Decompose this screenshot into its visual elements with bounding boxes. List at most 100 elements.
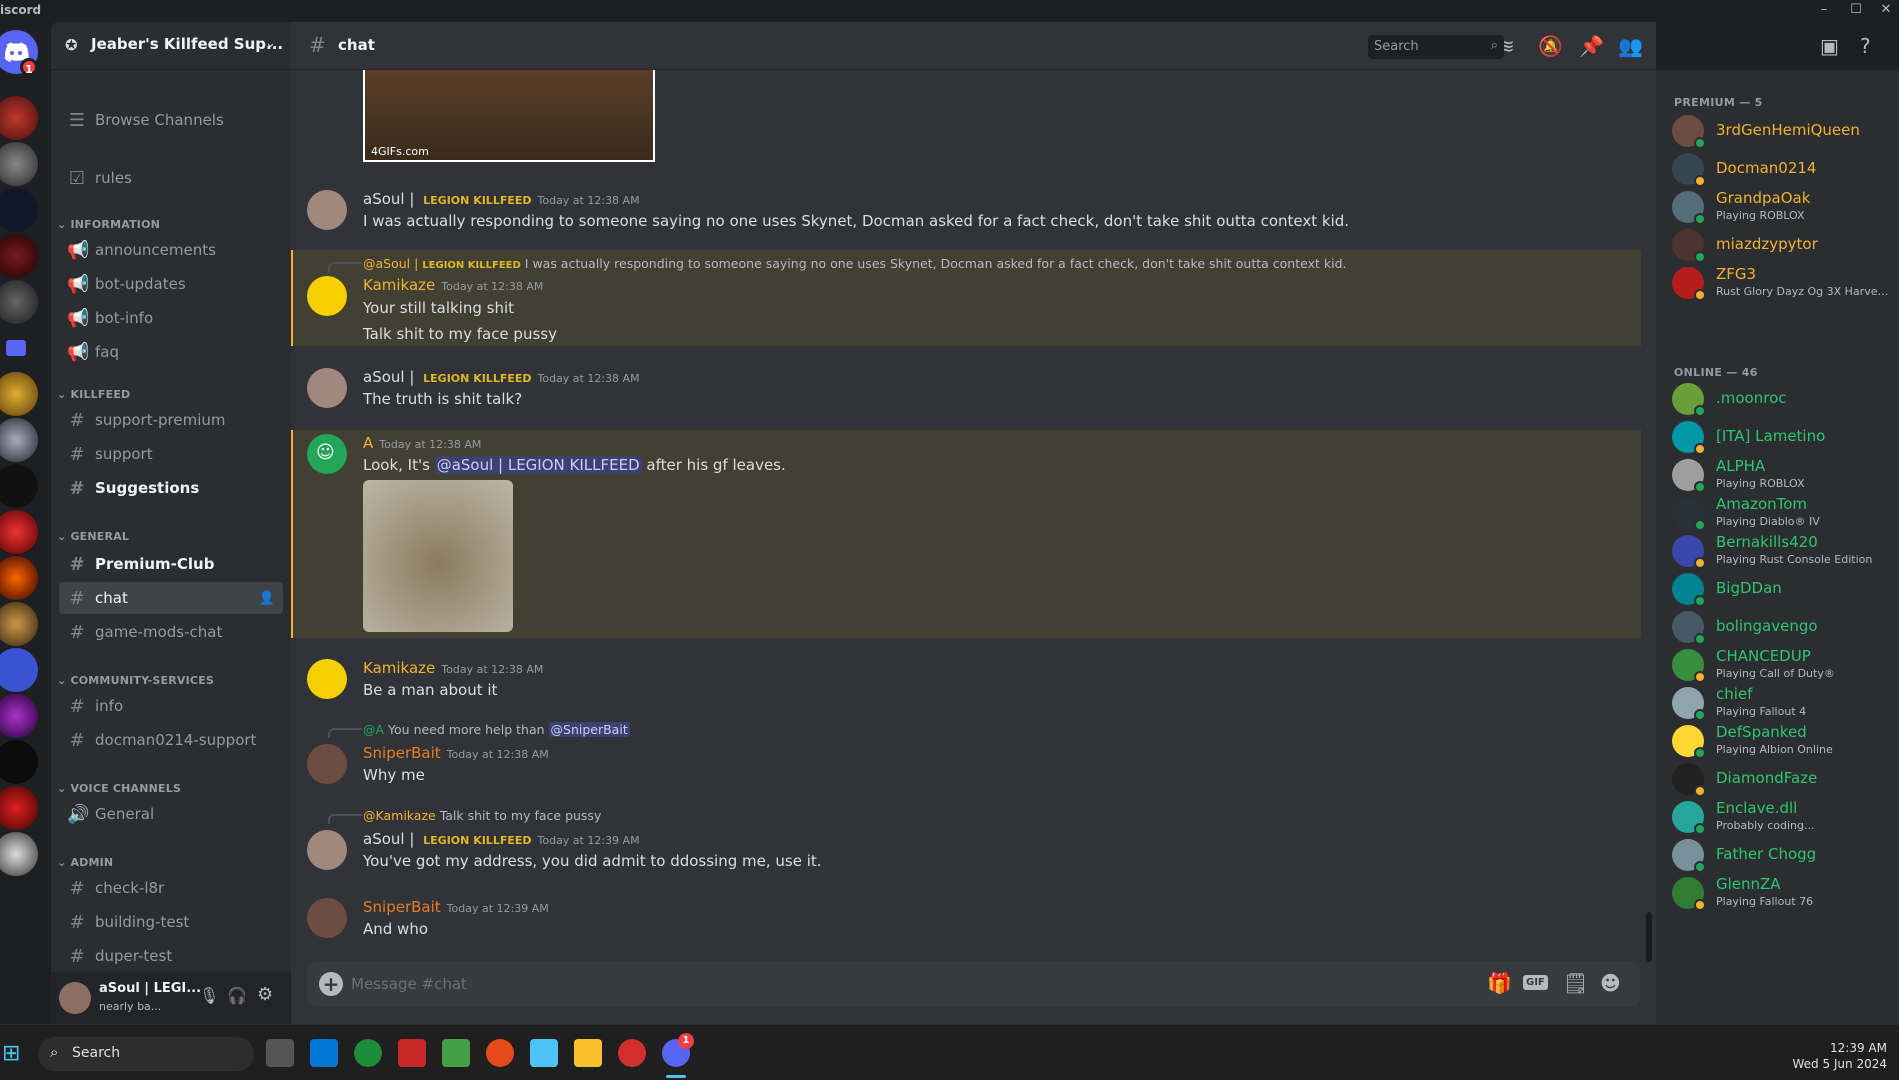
server-icon[interactable]	[0, 280, 38, 324]
message-author[interactable]: aSoul | LEGION KILLFEED Today at 12:39 AM	[363, 830, 640, 848]
server-icon[interactable]	[0, 188, 38, 232]
message-author[interactable]: SniperBait Today at 12:39 AM	[363, 898, 549, 916]
inbox-icon[interactable]: ▣	[1820, 34, 1839, 58]
voice-channel-general[interactable]: 🔊 General	[59, 798, 283, 830]
server-icon[interactable]	[0, 96, 38, 140]
channel-faq[interactable]: 📢 faq	[59, 336, 283, 368]
notepad-icon[interactable]	[530, 1039, 558, 1067]
folder-icon[interactable]	[0, 326, 38, 370]
server-icon[interactable]	[0, 740, 38, 784]
microphone-icon[interactable]: 🎙	[199, 986, 219, 1005]
reply-preview[interactable]: @Kamikaze Talk shit to my face pussy	[363, 808, 601, 823]
channel-docman0214-support[interactable]: # docman0214-support	[59, 724, 283, 756]
maximize-button[interactable]: ☐	[1846, 2, 1866, 17]
message-author[interactable]: aSoul | LEGION KILLFEED Today at 12:38 AM	[363, 368, 640, 386]
notepad-plus-icon[interactable]	[442, 1039, 470, 1067]
gif-embed[interactable]	[363, 480, 513, 632]
headphones-icon[interactable]: 🎧	[227, 986, 247, 1005]
server-icon[interactable]	[0, 648, 38, 692]
pin-icon[interactable]: 📌	[1579, 34, 1604, 58]
avatar[interactable]	[307, 276, 347, 316]
search-input[interactable]: Search ⌕	[1368, 35, 1504, 59]
scrollbar[interactable]	[1646, 912, 1652, 962]
message-author[interactable]: A Today at 12:38 AM	[363, 434, 481, 452]
message-author[interactable]: SniperBait Today at 12:38 AM	[363, 744, 549, 762]
filezilla-icon[interactable]	[398, 1039, 426, 1067]
server-icon[interactable]	[0, 464, 38, 508]
server-header[interactable]: ✪ Jeaber's Killfeed Sup... ⌄	[51, 22, 291, 70]
avatar[interactable]	[307, 898, 347, 938]
avatar[interactable]	[307, 368, 347, 408]
member-item[interactable]: Docman0214	[1664, 148, 1892, 190]
channel-bot-info[interactable]: 📢 bot-info	[59, 302, 283, 334]
task-view-icon[interactable]	[266, 1039, 294, 1067]
channel-support[interactable]: # support	[59, 438, 283, 470]
message-author[interactable]: Kamikaze Today at 12:38 AM	[363, 276, 543, 294]
member-item[interactable]: DefSpanked Playing Albion Online	[1664, 720, 1892, 762]
vscode-icon[interactable]	[310, 1039, 338, 1067]
channel-suggestions[interactable]: # Suggestions	[59, 472, 283, 504]
avatar[interactable]	[307, 744, 347, 784]
gif-embed[interactable]: 4GIFs.com	[363, 70, 655, 162]
avatar[interactable]	[59, 982, 91, 1014]
avatar[interactable]	[307, 830, 347, 870]
category-admin[interactable]: ⌄ ADMIN	[57, 856, 113, 869]
message-author[interactable]: Kamikaze Today at 12:38 AM	[363, 659, 543, 677]
channel-check-l8r[interactable]: # check-l8r	[59, 872, 283, 904]
member-list-icon[interactable]: 👥	[1618, 34, 1643, 58]
category-general[interactable]: ⌄ GENERAL	[57, 530, 129, 543]
channel-info[interactable]: # info	[59, 690, 283, 722]
gif-button[interactable]: GIF	[1523, 975, 1548, 990]
member-item[interactable]: GlennZA Playing Fallout 76	[1664, 872, 1892, 914]
gift-icon[interactable]: 🎁	[1487, 971, 1512, 995]
channel-building-test[interactable]: # building-test	[59, 906, 283, 938]
member-item[interactable]: .moonroc	[1664, 378, 1892, 420]
channel-support-premium[interactable]: # support-premium	[59, 404, 283, 436]
category-community-services[interactable]: ⌄ COMMUNITY-SERVICES	[57, 674, 214, 687]
channel-duper-test[interactable]: # duper-test	[59, 940, 283, 972]
avatar[interactable]: ☺	[307, 434, 347, 474]
app-icon[interactable]	[486, 1039, 514, 1067]
message-author[interactable]: aSoul | LEGION KILLFEED Today at 12:38 AM	[363, 190, 640, 208]
server-icon[interactable]	[0, 510, 38, 554]
member-item[interactable]: ALPHA Playing ROBLOX	[1664, 454, 1892, 496]
server-icon[interactable]	[0, 556, 38, 600]
reply-preview[interactable]: @A You need more help than @SniperBait	[363, 722, 630, 737]
reply-preview[interactable]: @aSoul | LEGION KILLFEED I was actually …	[363, 256, 1347, 271]
gear-icon[interactable]: ⚙	[257, 984, 273, 1005]
server-icon[interactable]	[0, 832, 38, 876]
member-item[interactable]: GrandpaOak Playing ROBLOX	[1664, 186, 1892, 228]
taskbar-search[interactable]: ⌕ Search	[38, 1037, 254, 1071]
server-icon[interactable]	[0, 786, 38, 830]
member-item[interactable]: 3rdGenHemiQueen	[1664, 110, 1892, 152]
add-attachment-button[interactable]: +	[319, 972, 343, 996]
member-item[interactable]: [ITA] Lametino	[1664, 416, 1892, 458]
category-information[interactable]: ⌄ INFORMATION	[57, 218, 160, 231]
mute-bell-icon[interactable]: 🔕	[1538, 34, 1563, 58]
server-icon[interactable]	[0, 694, 38, 738]
channel-chat[interactable]: # chat 👤	[59, 582, 283, 614]
app-hs-icon[interactable]	[354, 1039, 382, 1067]
channel-bot-updates[interactable]: 📢 bot-updates	[59, 268, 283, 300]
category-killfeed[interactable]: ⌄ KILLFEED	[57, 388, 130, 401]
channel-premium-club[interactable]: # Premium-Club	[59, 548, 283, 580]
file-explorer-icon[interactable]	[574, 1039, 602, 1067]
server-icon[interactable]	[0, 234, 38, 278]
member-item[interactable]: ZFG3 Rust Glory Dayz Og 3X Harves...	[1664, 262, 1892, 304]
member-item[interactable]: CHANCEDUP Playing Call of Duty®	[1664, 644, 1892, 686]
browse-channels[interactable]: ☰ Browse Channels	[59, 104, 283, 136]
opera-icon[interactable]	[618, 1039, 646, 1067]
member-item[interactable]: DiamondFaze	[1664, 758, 1892, 800]
server-icon[interactable]	[0, 372, 38, 416]
channel-announcements[interactable]: 📢 announcements	[59, 234, 283, 266]
invite-icon[interactable]: 👤	[259, 591, 275, 606]
avatar[interactable]	[307, 659, 347, 699]
server-icon[interactable]	[0, 602, 38, 646]
member-item[interactable]: Enclave.dll Probably coding...	[1664, 796, 1892, 838]
message-input[interactable]	[351, 973, 1251, 995]
member-item[interactable]: bolingavengo	[1664, 606, 1892, 648]
channel-rules[interactable]: ☑ rules	[59, 162, 283, 194]
close-button[interactable]: ✕	[1876, 2, 1896, 17]
chevron-down-icon[interactable]: ⌄	[265, 36, 276, 51]
member-item[interactable]: Bernakills420 Playing Rust Console Editio…	[1664, 530, 1892, 572]
